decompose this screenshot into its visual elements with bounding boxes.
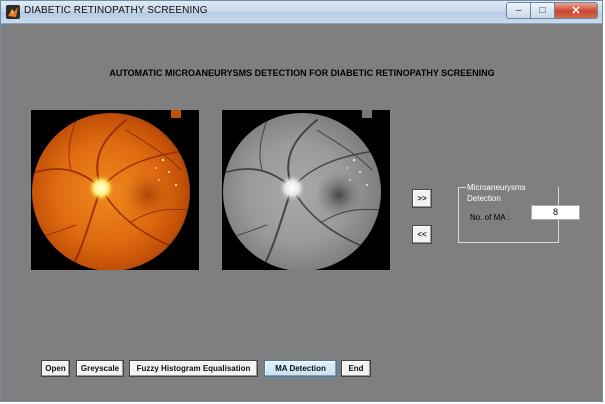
next-button[interactable]: >>	[412, 189, 432, 208]
ma-detection-button[interactable]: MA Detection	[264, 360, 337, 377]
window-controls: – □ ✕	[506, 2, 598, 19]
ma-count-label: No. of MA :	[470, 213, 510, 222]
previous-button[interactable]: <<	[412, 225, 432, 244]
greyscale-button[interactable]: Greyscale	[76, 360, 124, 377]
app-window: DIABETIC RETINOPATHY SCREENING – □ ✕ AUT…	[0, 0, 603, 402]
microaneurysms-detection-panel: Microaneurysms Detection No. of MA : 8	[458, 182, 580, 243]
ma-count-field[interactable]: 8	[531, 205, 580, 220]
main-panel: AUTOMATIC MICROANEURYSMS DETECTION FOR D…	[8, 24, 596, 399]
maximize-button[interactable]: □	[531, 2, 555, 19]
title-bar[interactable]: DIABETIC RETINOPATHY SCREENING – □ ✕	[1, 1, 602, 24]
open-button[interactable]: Open	[41, 360, 70, 377]
minimize-button[interactable]: –	[506, 2, 531, 19]
original-retina-image	[31, 110, 199, 270]
end-button[interactable]: End	[341, 360, 371, 377]
window-title: DIABETIC RETINOPATHY SCREENING	[24, 5, 208, 16]
processed-retina-image	[222, 110, 390, 270]
fuzzy-histogram-equalisation-button[interactable]: Fuzzy Histogram Equalisation	[129, 360, 258, 377]
matlab-icon	[6, 5, 20, 19]
page-title: AUTOMATIC MICROANEURYSMS DETECTION FOR D…	[109, 68, 495, 78]
panel-title: Microaneurysms Detection	[466, 182, 558, 204]
close-button[interactable]: ✕	[555, 2, 598, 19]
